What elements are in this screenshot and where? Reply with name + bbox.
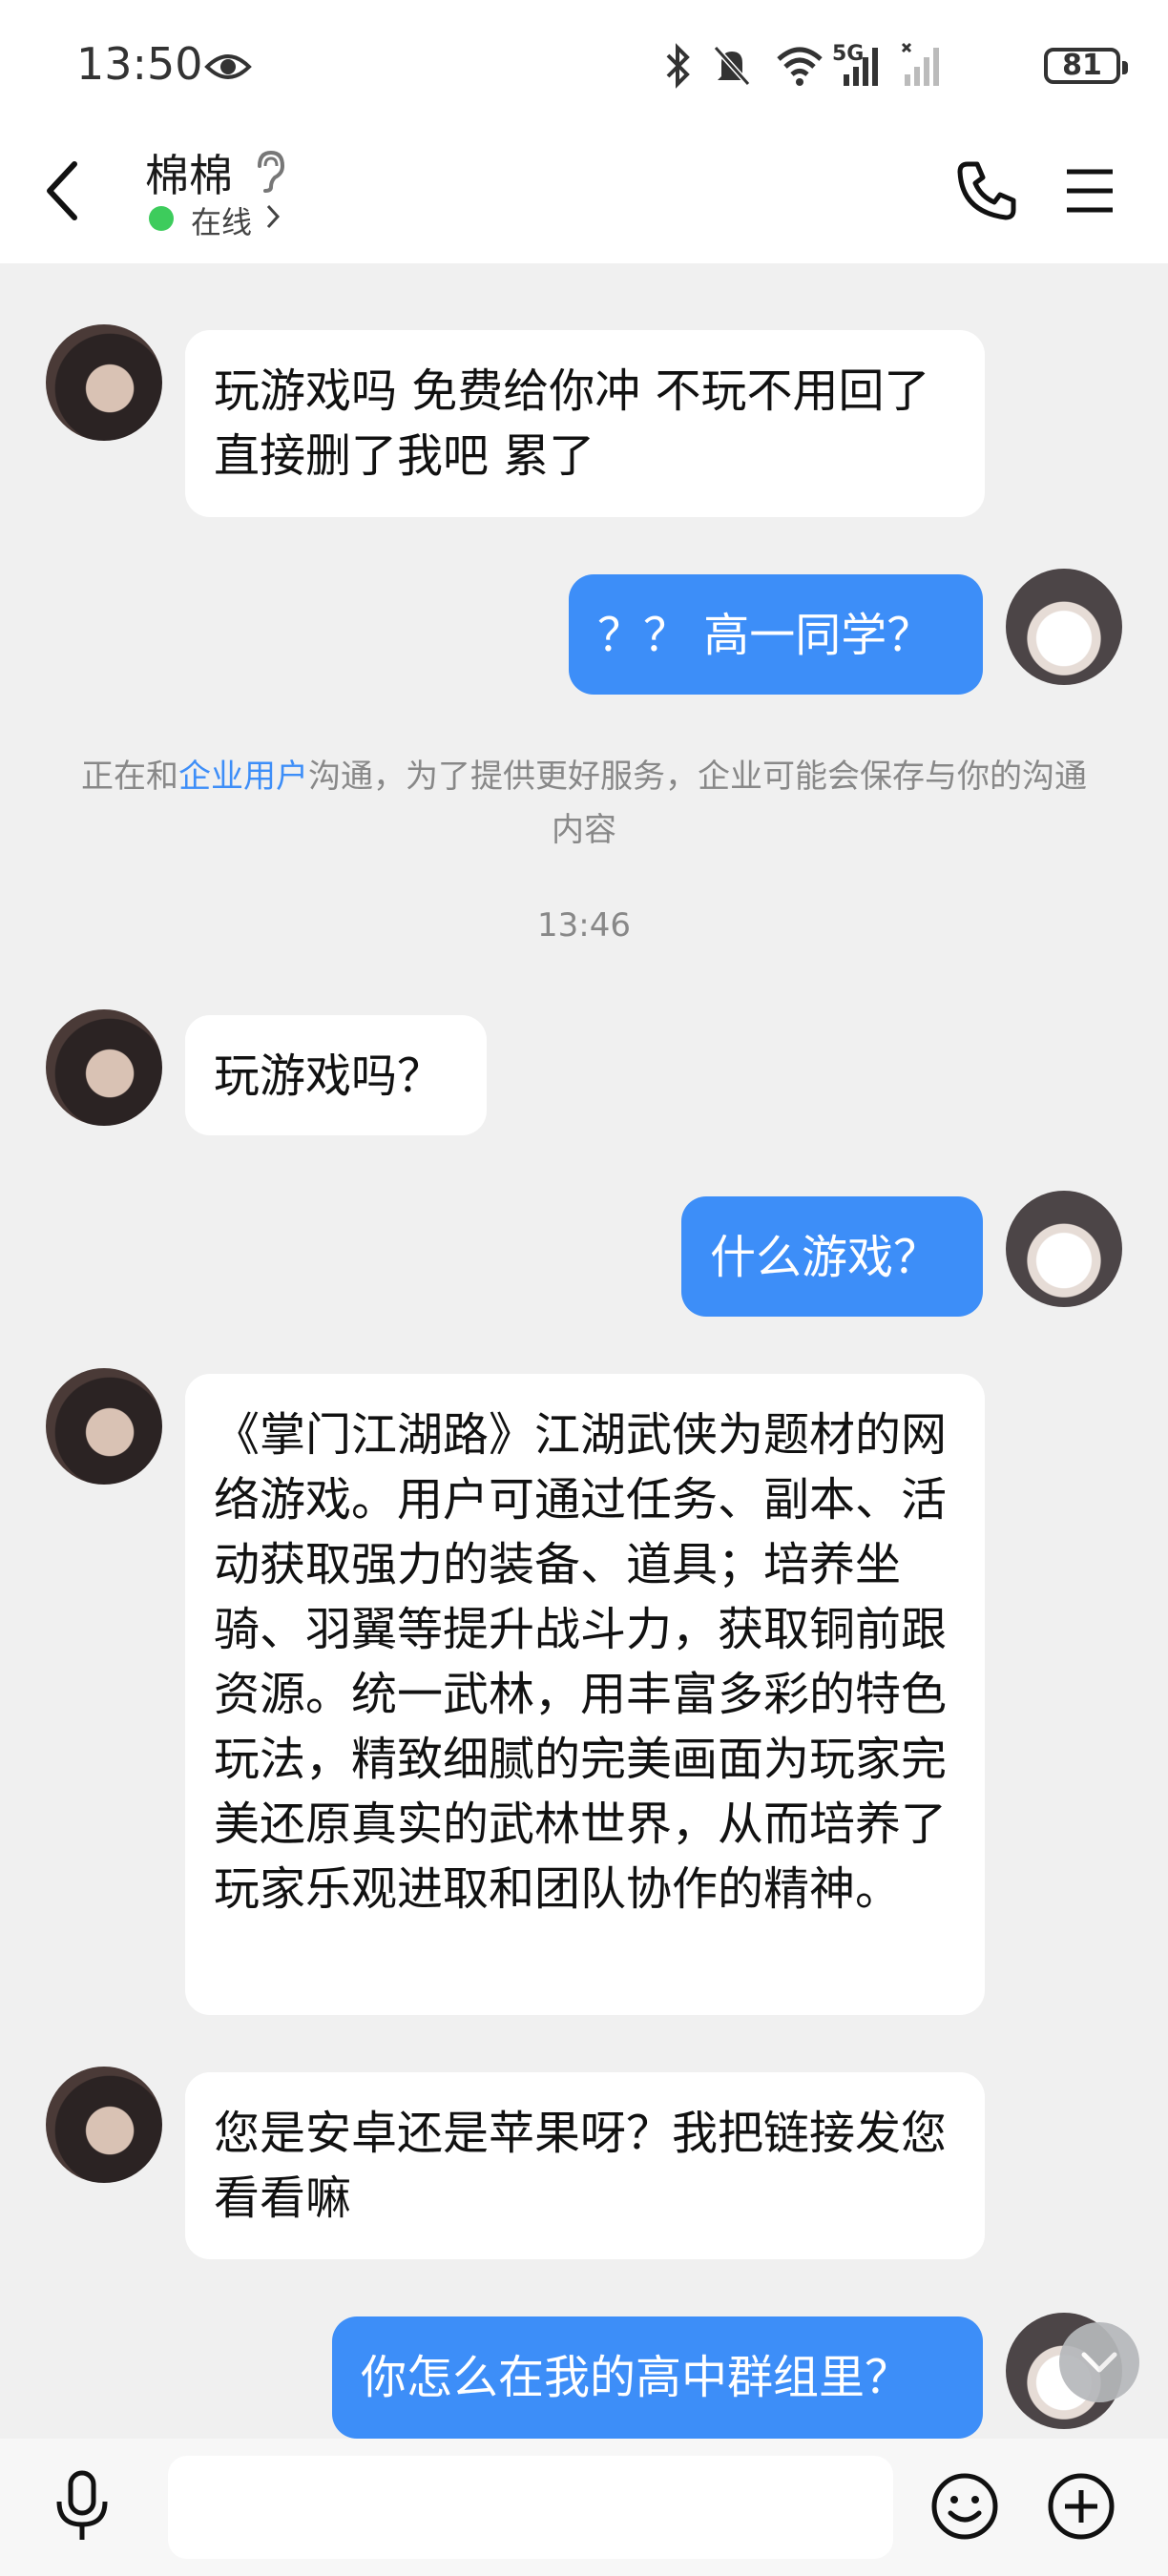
enterprise-notice: 正在和企业用户沟通，为了提供更好服务，企业可能会保存与你的沟通内容 [76,750,1092,857]
notice-prefix: 正在和 [81,758,178,796]
status-icons: 5G [662,42,1025,92]
message-bubble[interactable]: ？？ 高一同学？ [569,574,983,695]
eye-icon [204,54,252,79]
message-bubble[interactable]: 《掌门江湖路》江湖武侠为题材的网络游戏。用户可通过任务、副本、活动获取强力的装备… [185,1374,985,2015]
chevron-right-icon[interactable] [263,202,282,231]
message-bubble[interactable]: 玩游戏吗？ [185,1015,487,1135]
enterprise-user-link[interactable]: 企业用户 [178,758,308,796]
user-avatar[interactable] [1006,569,1122,685]
battery-indicator: 81 [1044,48,1128,84]
emoji-icon[interactable] [929,2471,1000,2542]
notice-suffix: 沟通，为了提供更好服务，企业可能会保存与你的沟通内容 [308,758,1087,849]
user-avatar[interactable] [1006,1191,1122,1307]
signal-no-sim-icon [901,42,939,86]
message-bubble[interactable]: 你怎么在我的高中群组里？ [332,2316,983,2439]
signal-icon [844,48,878,86]
timestamp: 13:46 [537,906,631,945]
microphone-icon[interactable] [52,2469,113,2545]
contact-avatar[interactable] [46,2067,162,2183]
online-status-text[interactable]: 在线 [191,198,252,242]
chevron-down-icon [1081,2352,1117,2373]
status-time: 13:50 [76,38,203,90]
wifi-icon [777,47,823,86]
message-bubble[interactable]: 您是安卓还是苹果呀？我把链接发您看看嘛 [185,2072,985,2259]
back-arrow-icon[interactable] [44,160,82,221]
bluetooth-icon [666,43,690,89]
menu-icon[interactable] [1063,164,1116,218]
message-input[interactable] [168,2456,893,2559]
contact-avatar[interactable] [46,1368,162,1485]
message-bubble[interactable]: 玩游戏吗 免费给你冲 不玩不用回了直接删了我吧 累了 [185,330,985,517]
ear-icon [258,150,285,193]
message-bubble[interactable]: 什么游戏？ [681,1196,983,1317]
phone-icon[interactable] [954,158,1019,223]
contact-avatar[interactable] [46,324,162,441]
contact-name[interactable]: 棉棉 [145,141,233,204]
scroll-to-bottom-button[interactable] [1059,2322,1139,2402]
online-status-dot [149,206,174,231]
contact-avatar[interactable] [46,1009,162,1126]
mute-bell-icon [713,45,751,87]
plus-icon[interactable] [1046,2471,1116,2542]
